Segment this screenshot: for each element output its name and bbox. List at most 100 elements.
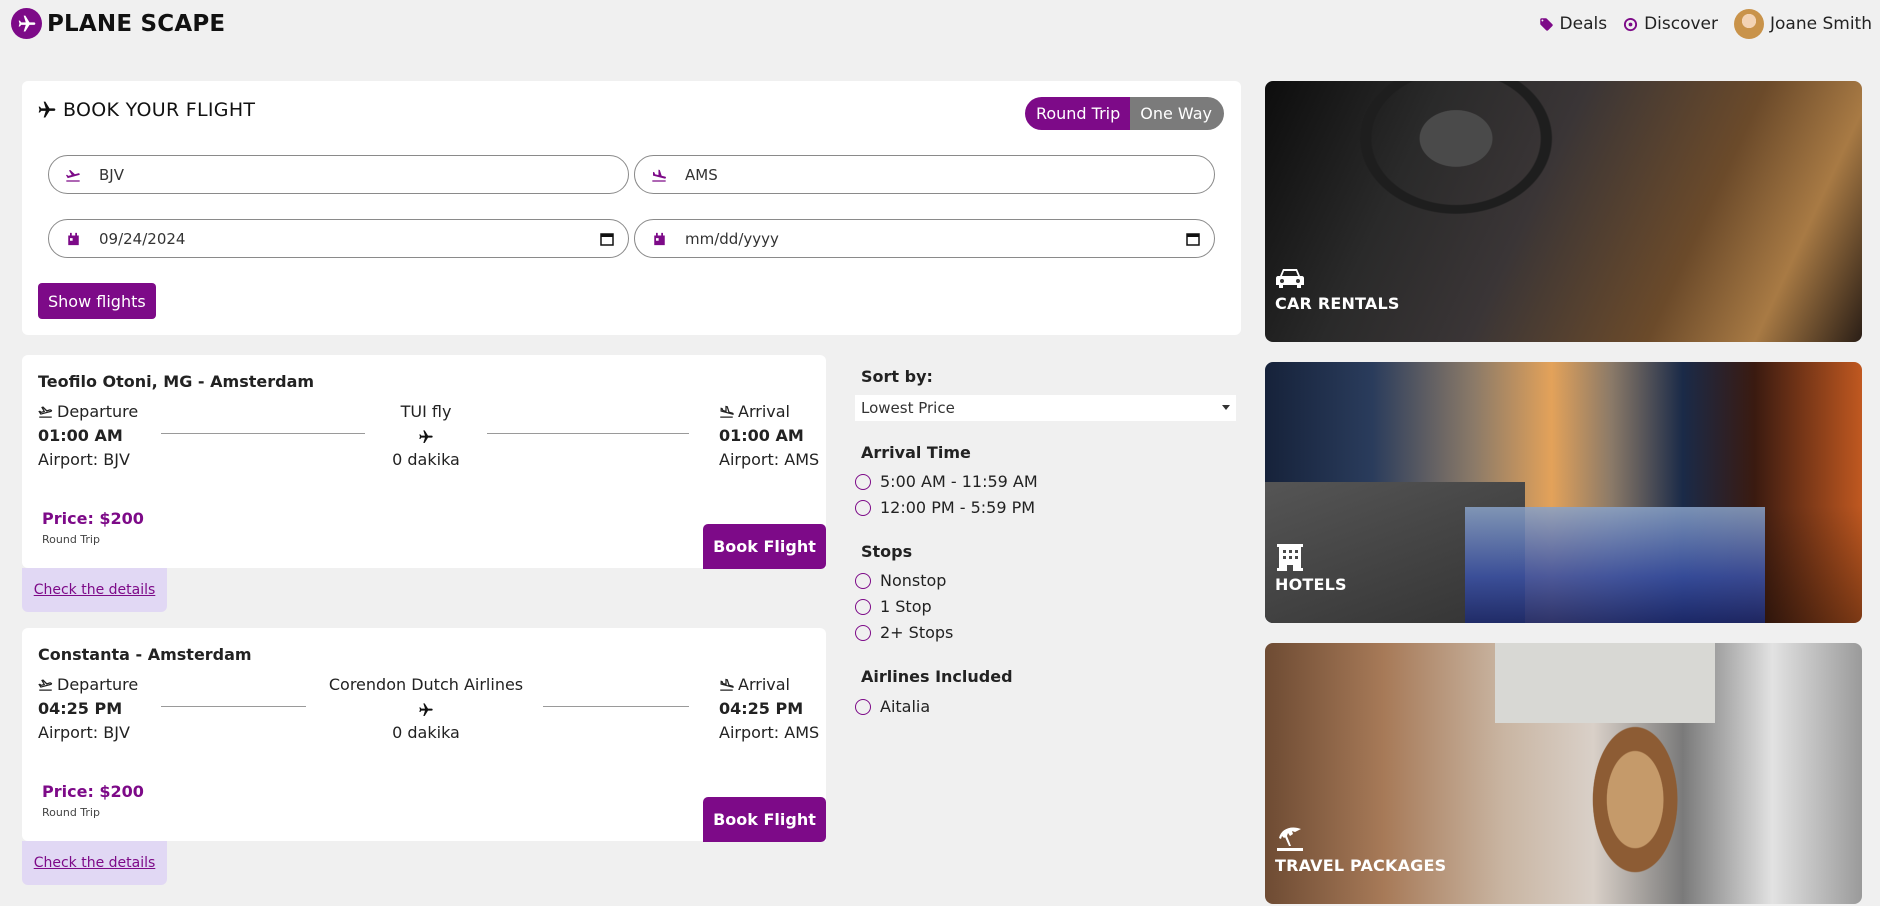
hotels-label: HOTELS bbox=[1275, 575, 1347, 594]
flight-card-body: Constanta - Amsterdam Departure 04:25 PM… bbox=[22, 628, 826, 842]
plane-icon bbox=[38, 101, 56, 118]
arrival-time-option-label: 5:00 AM - 11:59 AM bbox=[880, 472, 1038, 491]
globe-icon bbox=[1624, 17, 1638, 31]
date-picker-icon[interactable] bbox=[600, 232, 614, 246]
depart-date-field[interactable]: 09/24/2024 bbox=[48, 219, 629, 258]
landing-icon bbox=[639, 168, 679, 182]
arrival-airport: Airport: AMS bbox=[719, 723, 820, 742]
flight-route: Constanta - Amsterdam bbox=[38, 645, 252, 664]
flight-card: Teofilo Otoni, MG - Amsterdam Departure … bbox=[22, 355, 826, 612]
arrival-time: 04:25 PM bbox=[719, 699, 804, 718]
radio-button[interactable] bbox=[855, 598, 871, 615]
from-airport-value: BJV bbox=[99, 165, 124, 184]
stops-option[interactable]: 2+ Stops bbox=[855, 623, 953, 642]
travel-packages-tile[interactable]: TRAVEL PACKAGES bbox=[1265, 643, 1862, 904]
arrival-label: Arrival bbox=[719, 675, 790, 694]
arrival-time-option[interactable]: 12:00 PM - 5:59 PM bbox=[855, 498, 1035, 517]
departure-time: 01:00 AM bbox=[38, 426, 123, 445]
sort-label: Sort by: bbox=[861, 367, 933, 386]
departure-label: Departure bbox=[38, 675, 138, 694]
car-rentals-tile[interactable]: CAR RENTALS bbox=[1265, 81, 1862, 342]
sort-select[interactable]: Lowest Price bbox=[855, 395, 1236, 421]
airline-option[interactable]: Aitalia bbox=[855, 697, 930, 716]
top-nav: Deals Discover Joane Smith bbox=[1523, 9, 1872, 39]
radio-button[interactable] bbox=[855, 572, 871, 589]
route-line bbox=[543, 706, 689, 707]
hotels-tile[interactable]: HOTELS bbox=[1265, 362, 1862, 623]
stops-option-label: 2+ Stops bbox=[880, 623, 954, 642]
airline-option-label: Aitalia bbox=[880, 697, 931, 716]
return-date-placeholder: mm/dd/yyyy bbox=[685, 229, 779, 248]
arrival-time-heading: Arrival Time bbox=[861, 443, 971, 462]
stops-option[interactable]: Nonstop bbox=[855, 571, 946, 590]
hotel-pool-image bbox=[1465, 507, 1765, 623]
arrival-time: 01:00 AM bbox=[719, 426, 804, 445]
flight-duration: 0 dakika bbox=[392, 450, 460, 469]
landing-icon bbox=[720, 678, 734, 691]
nav-discover[interactable]: Discover bbox=[1623, 14, 1718, 34]
show-flights-button[interactable]: Show flights bbox=[38, 283, 156, 319]
stops-heading: Stops bbox=[861, 542, 913, 561]
route-line bbox=[161, 706, 306, 707]
flight-trip-type: Round Trip bbox=[42, 533, 100, 546]
arrival-label-text: Arrival bbox=[738, 675, 790, 694]
chevron-down-icon bbox=[1222, 405, 1230, 410]
radio-button[interactable] bbox=[855, 698, 871, 715]
stops-option-label: 1 Stop bbox=[880, 597, 932, 616]
radio-button[interactable] bbox=[855, 473, 871, 490]
beach-umbrella-icon bbox=[1277, 827, 1303, 851]
check-details-link[interactable]: Check the details bbox=[34, 855, 156, 871]
takeoff-icon bbox=[53, 168, 93, 182]
takeoff-icon bbox=[38, 406, 53, 418]
depart-date-value: 09/24/2024 bbox=[99, 229, 186, 248]
to-airport-field[interactable]: AMS bbox=[634, 155, 1215, 194]
arrival-time-option[interactable]: 5:00 AM - 11:59 AM bbox=[855, 472, 1038, 491]
flight-card: Constanta - Amsterdam Departure 04:25 PM… bbox=[22, 628, 826, 885]
arrival-label-text: Arrival bbox=[738, 402, 790, 421]
round-trip-button[interactable]: Round Trip bbox=[1024, 97, 1131, 130]
plane-icon bbox=[419, 430, 433, 443]
plane-icon bbox=[419, 703, 433, 716]
book-flight-button[interactable]: Book Flight bbox=[703, 797, 826, 842]
arrival-time-option-label: 12:00 PM - 5:59 PM bbox=[880, 498, 1036, 517]
check-details-tab[interactable]: Check the details bbox=[22, 841, 167, 885]
departure-label: Departure bbox=[38, 402, 138, 421]
departure-time: 04:25 PM bbox=[38, 699, 123, 718]
check-details-tab[interactable]: Check the details bbox=[22, 568, 167, 612]
travel-packages-label: TRAVEL PACKAGES bbox=[1275, 856, 1447, 875]
stops-option[interactable]: 1 Stop bbox=[855, 597, 932, 616]
booking-title: BOOK YOUR FLIGHT bbox=[37, 99, 255, 121]
flight-trip-type: Round Trip bbox=[42, 806, 100, 819]
street-sky-image bbox=[1495, 643, 1715, 723]
one-way-button[interactable]: One Way bbox=[1130, 97, 1224, 130]
nav-deals[interactable]: Deals bbox=[1539, 14, 1608, 34]
user-menu[interactable]: Joane Smith bbox=[1734, 9, 1872, 39]
booking-title-text: BOOK YOUR FLIGHT bbox=[63, 99, 256, 121]
airlines-heading: Airlines Included bbox=[861, 667, 1013, 686]
hotel-icon bbox=[1277, 544, 1303, 571]
avatar bbox=[1734, 9, 1765, 39]
landing-icon bbox=[720, 405, 734, 418]
logo[interactable]: PLANE SCAPE bbox=[11, 8, 225, 39]
departure-airport: Airport: BJV bbox=[38, 723, 130, 742]
top-header: PLANE SCAPE Deals Discover Joane Smith bbox=[0, 0, 1880, 48]
booking-panel: BOOK YOUR FLIGHT Round Trip One Way BJV … bbox=[22, 81, 1241, 335]
radio-button[interactable] bbox=[855, 499, 871, 516]
flight-card-body: Teofilo Otoni, MG - Amsterdam Departure … bbox=[22, 355, 826, 569]
flight-price: Price: $200 bbox=[42, 509, 144, 528]
radio-button[interactable] bbox=[855, 624, 871, 641]
arrival-label: Arrival bbox=[719, 402, 790, 421]
from-airport-field[interactable]: BJV bbox=[48, 155, 629, 194]
book-flight-button[interactable]: Book Flight bbox=[703, 524, 826, 569]
flight-duration: 0 dakika bbox=[392, 723, 460, 742]
flight-price: Price: $200 bbox=[42, 782, 144, 801]
route-line bbox=[487, 433, 689, 434]
check-details-link[interactable]: Check the details bbox=[34, 582, 156, 598]
date-picker-icon[interactable] bbox=[1186, 232, 1200, 246]
nav-deals-label: Deals bbox=[1559, 14, 1608, 34]
sort-select-value: Lowest Price bbox=[861, 399, 955, 417]
user-name: Joane Smith bbox=[1770, 14, 1872, 34]
stops-option-label: Nonstop bbox=[880, 571, 947, 590]
flight-route: Teofilo Otoni, MG - Amsterdam bbox=[38, 372, 315, 391]
return-date-field[interactable]: mm/dd/yyyy bbox=[634, 219, 1215, 258]
